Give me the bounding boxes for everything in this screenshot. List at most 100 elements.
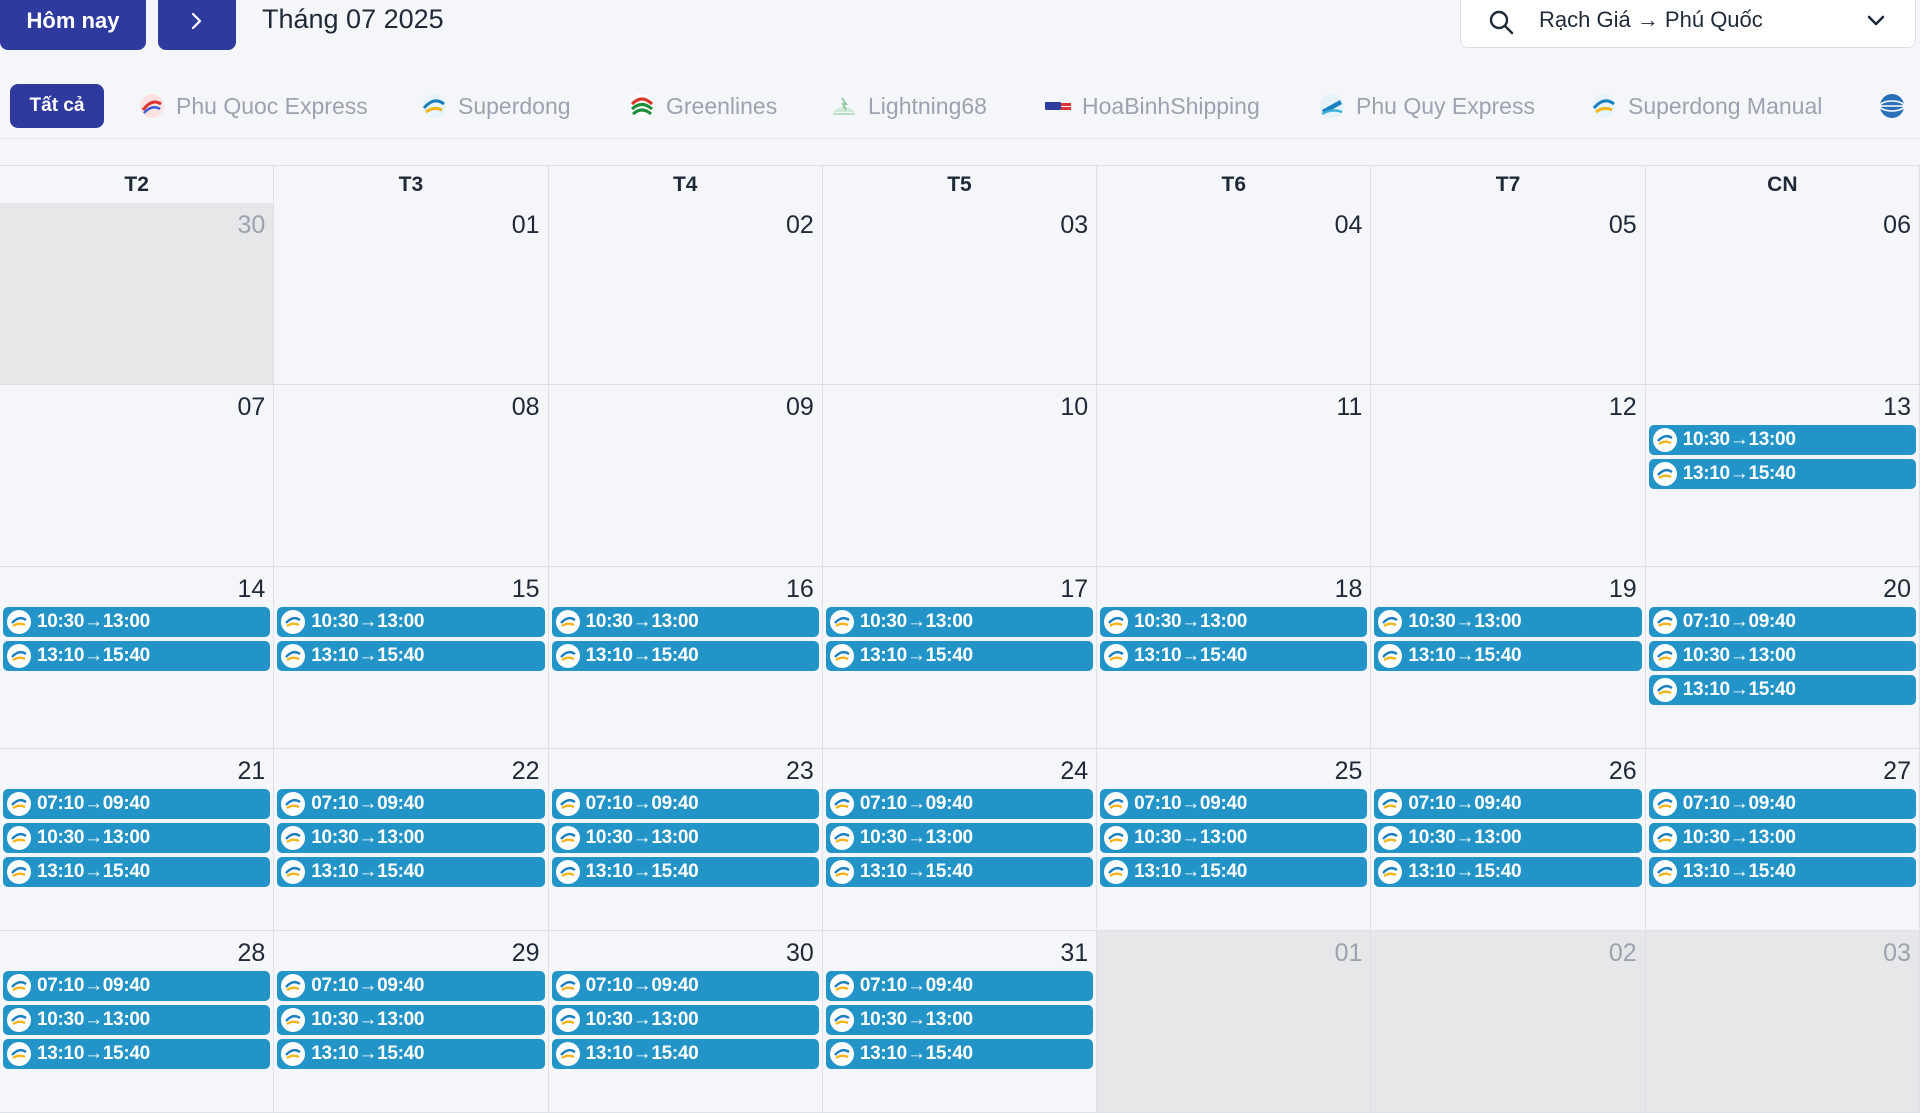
calendar-day-cell[interactable]: 31 07:10→09:40 10:30→13:00 13:10→15:40 [822, 931, 1098, 1113]
trip-event[interactable]: 10:30→13:00 [551, 607, 819, 637]
trip-event[interactable]: 10:30→13:00 [1374, 823, 1642, 853]
trip-event[interactable]: 10:30→13:00 [3, 1005, 271, 1035]
superdong-logo-icon [281, 610, 306, 634]
calendar-day-cell[interactable]: 01 [274, 203, 549, 385]
trip-event[interactable]: 07:10→09:40 [3, 789, 271, 819]
trip-event[interactable]: 10:30→13:00 [1100, 607, 1368, 637]
filter-chip-superdong-manual[interactable]: Superdong Manual [1590, 84, 1822, 128]
filter-chip-phu-quoc-express[interactable]: Phu Quoc Express [138, 84, 368, 128]
trip-event[interactable]: 07:10→09:40 [1374, 789, 1642, 819]
trip-event[interactable]: 13:10→15:40 [1374, 641, 1642, 671]
trip-event[interactable]: 13:10→15:40 [277, 857, 545, 887]
trip-event[interactable]: 07:10→09:40 [1648, 607, 1916, 637]
trip-event[interactable]: 07:10→09:40 [277, 789, 545, 819]
calendar-day-cell[interactable]: 17 10:30→13:00 13:10→15:40 [822, 567, 1098, 749]
trip-event[interactable]: 07:10→09:40 [825, 789, 1094, 819]
trip-event[interactable]: 13:10→15:40 [825, 857, 1094, 887]
calendar-day-cell[interactable]: 10 [822, 385, 1098, 567]
filter-chip-hoabinh-shipping[interactable]: HoaBinhShipping [1044, 84, 1260, 128]
calendar-day-cell[interactable]: 05 [1371, 203, 1646, 385]
trip-event[interactable]: 07:10→09:40 [825, 971, 1094, 1001]
trip-event[interactable]: 10:30→13:00 [825, 823, 1094, 853]
filter-all-chip[interactable]: Tất cả [10, 84, 104, 128]
trip-event[interactable]: 13:10→15:40 [551, 1039, 819, 1069]
calendar-day-cell[interactable]: 26 07:10→09:40 10:30→13:00 13:10→15:40 [1371, 749, 1646, 931]
filter-chip-greenlines[interactable]: Greenlines [628, 84, 777, 128]
calendar-day-cell[interactable]: 06 [1645, 203, 1920, 385]
calendar-day-cell[interactable]: 02 [1371, 931, 1646, 1113]
calendar-day-cell[interactable]: 30 07:10→09:40 10:30→13:00 13:10→15:40 [548, 931, 823, 1113]
trip-event[interactable]: 13:10→15:40 [551, 857, 819, 887]
trip-event[interactable]: 13:10→15:40 [1100, 641, 1368, 671]
calendar-day-cell[interactable]: 22 07:10→09:40 10:30→13:00 13:10→15:40 [274, 749, 549, 931]
calendar-day-cell[interactable]: 08 [274, 385, 549, 567]
trip-event[interactable]: 13:10→15:40 [825, 1039, 1094, 1069]
trip-event[interactable]: 13:10→15:40 [3, 641, 271, 671]
trip-event[interactable]: 13:10→15:40 [1374, 857, 1642, 887]
calendar-day-cell[interactable]: 09 [548, 385, 823, 567]
trip-event[interactable]: 13:10→15:40 [3, 857, 271, 887]
calendar-day-cell[interactable]: 01 [1097, 931, 1372, 1113]
trip-event[interactable]: 07:10→09:40 [277, 971, 545, 1001]
trip-event[interactable]: 10:30→13:00 [3, 823, 271, 853]
trip-event[interactable]: 07:10→09:40 [1648, 789, 1916, 819]
filter-chip-superdong[interactable]: Superdong [420, 84, 571, 128]
trip-event[interactable]: 13:10→15:40 [3, 1039, 271, 1069]
calendar-day-cell[interactable]: 12 [1371, 385, 1646, 567]
trip-event[interactable]: 13:10→15:40 [551, 641, 819, 671]
trip-event[interactable]: 10:30→13:00 [1374, 607, 1642, 637]
calendar-day-cell[interactable]: 14 10:30→13:00 13:10→15:40 [0, 567, 275, 749]
calendar-day-cell[interactable]: 21 07:10→09:40 10:30→13:00 13:10→15:40 [0, 749, 275, 931]
trip-event[interactable]: 10:30→13:00 [551, 1005, 819, 1035]
trip-event[interactable]: 10:30→13:00 [3, 607, 271, 637]
trip-event[interactable]: 10:30→13:00 [551, 823, 819, 853]
calendar-day-cell[interactable]: 13 10:30→13:00 13:10→15:40 [1645, 385, 1920, 567]
trip-event[interactable]: 10:30→13:00 [1648, 823, 1916, 853]
calendar-day-cell[interactable]: 29 07:10→09:40 10:30→13:00 13:10→15:40 [274, 931, 549, 1113]
today-button[interactable]: Hôm nay [0, 0, 146, 50]
trip-event[interactable]: 07:10→09:40 [551, 971, 819, 1001]
trip-event[interactable]: 07:10→09:40 [1100, 789, 1368, 819]
calendar-day-cell[interactable]: 03 [1645, 931, 1920, 1113]
calendar-day-cell[interactable]: 04 [1097, 203, 1372, 385]
calendar-day-cell[interactable]: 23 07:10→09:40 10:30→13:00 13:10→15:40 [548, 749, 823, 931]
trip-event[interactable]: 10:30→13:00 [277, 1005, 545, 1035]
next-month-button[interactable] [158, 0, 236, 50]
calendar-day-cell[interactable]: 16 10:30→13:00 13:10→15:40 [548, 567, 823, 749]
calendar-day-cell[interactable]: 24 07:10→09:40 10:30→13:00 13:10→15:40 [822, 749, 1098, 931]
trip-event[interactable]: 13:10→15:40 [277, 641, 545, 671]
day-number: 16 [786, 575, 814, 603]
calendar-day-cell[interactable]: 18 10:30→13:00 13:10→15:40 [1097, 567, 1372, 749]
trip-event[interactable]: 10:30→13:00 [825, 607, 1094, 637]
calendar-day-cell[interactable]: 27 07:10→09:40 10:30→13:00 13:10→15:40 [1645, 749, 1920, 931]
calendar-day-cell[interactable]: 07 [0, 385, 275, 567]
trip-event[interactable]: 10:30→13:00 [277, 607, 545, 637]
filter-chip-phu-quy-express[interactable]: Phu Quy Express [1318, 84, 1535, 128]
trip-event[interactable]: 13:10→15:40 [1648, 459, 1916, 489]
calendar-day-cell[interactable]: 02 [548, 203, 823, 385]
calendar-day-cell[interactable]: 28 07:10→09:40 10:30→13:00 13:10→15:40 [0, 931, 275, 1113]
calendar-day-cell[interactable]: 03 [822, 203, 1098, 385]
trip-event[interactable]: 10:30→13:00 [1648, 425, 1916, 455]
calendar-day-cell[interactable]: 11 [1097, 385, 1372, 567]
calendar-day-cell[interactable]: 19 10:30→13:00 13:10→15:40 [1371, 567, 1646, 749]
trip-event[interactable]: 10:30→13:00 [825, 1005, 1094, 1035]
trip-event[interactable]: 07:10→09:40 [551, 789, 819, 819]
calendar-day-cell[interactable]: 15 10:30→13:00 13:10→15:40 [274, 567, 549, 749]
trip-event[interactable]: 13:10→15:40 [1100, 857, 1368, 887]
trip-event[interactable]: 10:30→13:00 [1100, 823, 1368, 853]
trip-event[interactable]: 13:10→15:40 [277, 1039, 545, 1069]
trip-event[interactable]: 13:10→15:40 [1648, 857, 1916, 887]
trip-time: 10:30→13:00 [311, 611, 425, 632]
calendar-day-cell[interactable]: 30 [0, 203, 275, 385]
trip-event[interactable]: 10:30→13:00 [1648, 641, 1916, 671]
calendar-day-cell[interactable]: 20 07:10→09:40 10:30→13:00 13:10→15:40 [1645, 567, 1920, 749]
trip-event[interactable]: 10:30→13:00 [277, 823, 545, 853]
route-select[interactable]: Rạch Giá → Phú Quốc [1460, 0, 1916, 48]
trip-event[interactable]: 07:10→09:40 [3, 971, 271, 1001]
filter-chip-lightning68[interactable]: Lightning68 [830, 84, 987, 128]
calendar-day-cell[interactable]: 25 07:10→09:40 10:30→13:00 13:10→15:40 [1097, 749, 1372, 931]
trip-event[interactable]: 13:10→15:40 [1648, 675, 1916, 705]
filter-chip-more[interactable] [1878, 84, 1916, 128]
trip-event[interactable]: 13:10→15:40 [825, 641, 1094, 671]
